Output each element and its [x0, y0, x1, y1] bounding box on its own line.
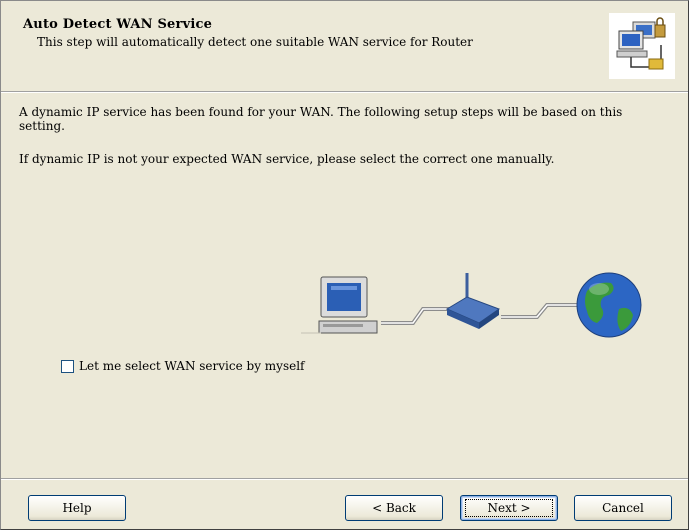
wizard-header: Auto Detect WAN Service This step will a…: [9, 7, 688, 89]
next-button-label: Next >: [487, 501, 531, 515]
manual-select-option[interactable]: Let me select WAN service by myself: [61, 359, 305, 373]
network-computers-icon: [609, 13, 675, 79]
status-message: A dynamic IP service has been found for …: [19, 105, 623, 133]
manual-select-label: Let me select WAN service by myself: [79, 359, 305, 373]
manual-select-checkbox[interactable]: [61, 359, 74, 373]
page-title: Auto Detect WAN Service: [23, 17, 213, 32]
next-button[interactable]: Next >: [460, 495, 558, 521]
cancel-button[interactable]: Cancel: [574, 495, 672, 521]
back-button[interactable]: < Back: [345, 495, 443, 521]
wizard-dialog: Auto Detect WAN Service This step will a…: [0, 0, 689, 530]
page-subtitle: This step will automatically detect one …: [37, 35, 473, 49]
computer-icon: [301, 276, 378, 334]
network-illustration: [301, 269, 651, 341]
help-button[interactable]: Help: [28, 495, 126, 521]
instruction-message: If dynamic IP is not your expected WAN s…: [19, 152, 555, 166]
router-icon: [445, 273, 501, 329]
globe-icon: [576, 272, 642, 338]
